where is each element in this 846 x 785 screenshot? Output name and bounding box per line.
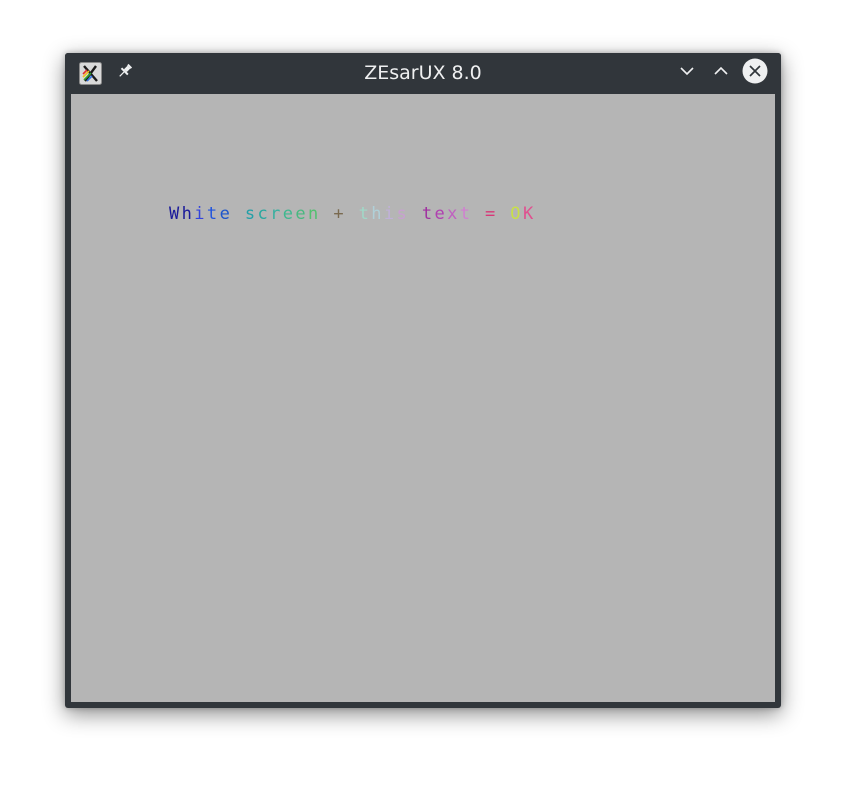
screen-char: h xyxy=(181,204,195,224)
emulator-screen[interactable]: White screen + this text = OK xyxy=(71,94,775,702)
screen-char: = xyxy=(485,204,498,224)
screen-char: n xyxy=(308,204,321,224)
close-icon xyxy=(742,58,768,88)
chevron-down-icon xyxy=(678,62,696,84)
screen-char: e xyxy=(434,204,448,224)
screen-char: i xyxy=(194,204,207,224)
screen-char: W xyxy=(169,204,182,224)
screen-char: K xyxy=(522,204,536,224)
screen-char xyxy=(409,204,422,224)
screen-char: r xyxy=(270,204,283,224)
screen-char: t xyxy=(459,204,473,224)
zesarux-logo-icon[interactable] xyxy=(79,62,102,85)
screen-char: e xyxy=(219,204,233,224)
screen-char: s xyxy=(396,204,410,224)
screen-char: e xyxy=(282,204,296,224)
screen-char: s xyxy=(244,204,258,224)
screen-char: e xyxy=(295,204,309,224)
screen-char: h xyxy=(371,204,384,224)
screen-char xyxy=(346,204,359,224)
screen-char: t xyxy=(358,204,372,224)
title-bar[interactable]: ZEsarUX 8.0 xyxy=(65,53,781,94)
window-title: ZEsarUX 8.0 xyxy=(364,62,482,84)
screen-char: t xyxy=(206,204,220,224)
screen-char xyxy=(232,204,245,224)
screen-message: White screen + this text = OK xyxy=(169,204,536,224)
screen-char xyxy=(498,204,511,224)
screen-char: i xyxy=(383,204,397,224)
screen-char xyxy=(472,204,485,224)
pin-icon xyxy=(116,62,134,84)
screen-char: c xyxy=(257,204,271,224)
chevron-up-icon xyxy=(712,62,730,84)
screen-char: t xyxy=(421,204,435,224)
app-window: ZEsarUX 8.0 White screen + this text = O… xyxy=(65,53,781,708)
screen-char: O xyxy=(510,204,523,224)
screen-char: x xyxy=(447,204,460,224)
screen-char xyxy=(321,204,334,224)
minimize-button[interactable] xyxy=(674,60,700,86)
maximize-button[interactable] xyxy=(708,60,734,86)
screen-char: + xyxy=(333,204,346,224)
pin-button[interactable] xyxy=(114,62,136,84)
close-button[interactable] xyxy=(742,58,768,88)
